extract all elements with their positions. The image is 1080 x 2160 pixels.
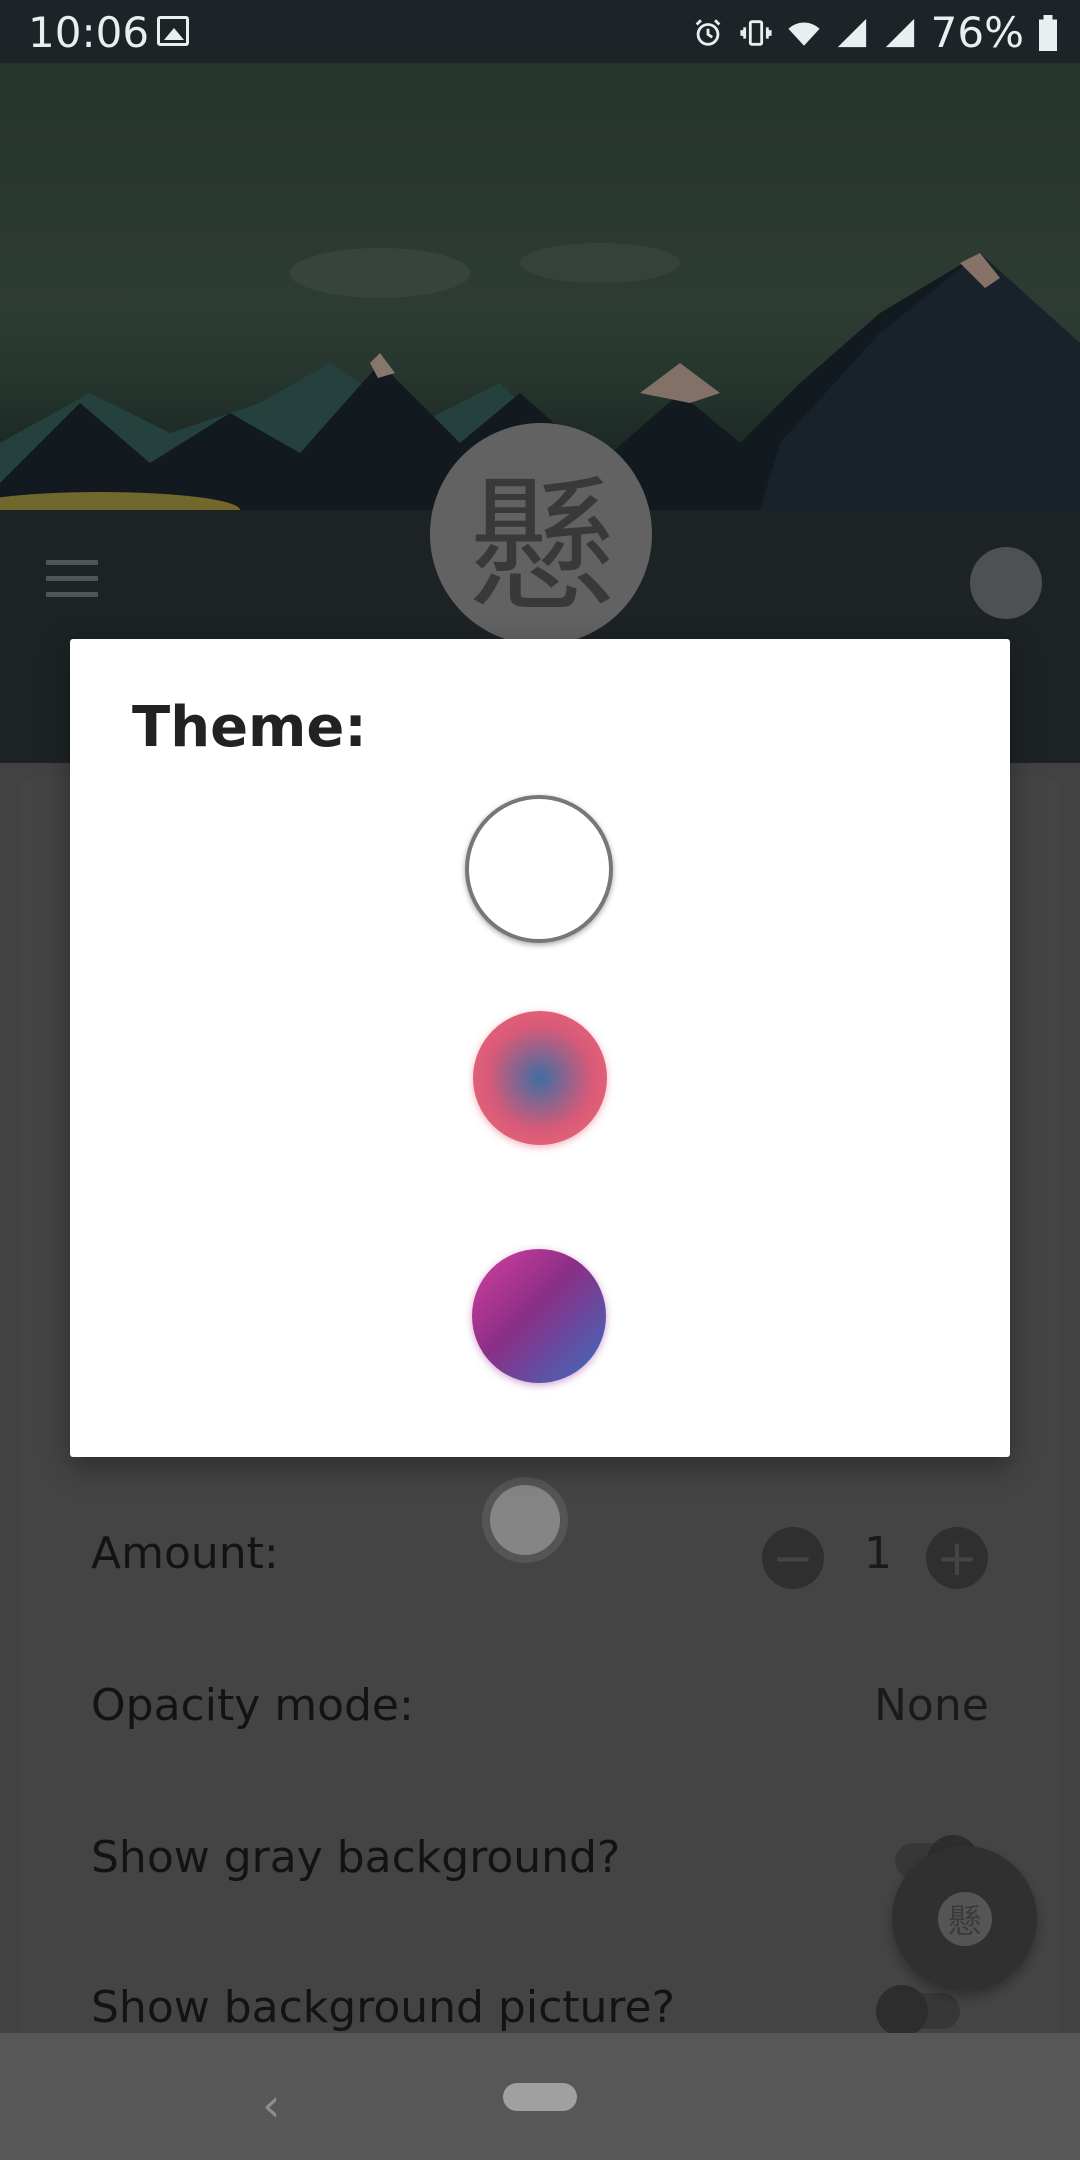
signal-icon-2 — [885, 18, 914, 47]
image-notification-icon — [157, 16, 189, 46]
status-icons: 76% — [691, 8, 1058, 57]
theme-dialog: Theme: — [70, 639, 1010, 1457]
back-icon[interactable]: ‹ — [262, 2078, 280, 2132]
home-button[interactable] — [503, 2083, 577, 2111]
theme-option-linear-gradient[interactable] — [472, 1249, 606, 1383]
wifi-icon — [788, 22, 820, 46]
battery-icon — [1039, 14, 1057, 51]
battery-percent: 76% — [930, 8, 1024, 57]
status-bar: 10:06 76% — [0, 0, 1080, 63]
theme-option-radial-gradient[interactable] — [473, 1011, 607, 1145]
theme-option-white[interactable] — [465, 795, 613, 943]
alarm-icon — [695, 18, 720, 46]
vibrate-icon — [740, 19, 772, 46]
signal-icon — [837, 18, 866, 47]
status-time: 10:06 — [28, 8, 150, 57]
dialog-title: Theme: — [132, 695, 367, 760]
